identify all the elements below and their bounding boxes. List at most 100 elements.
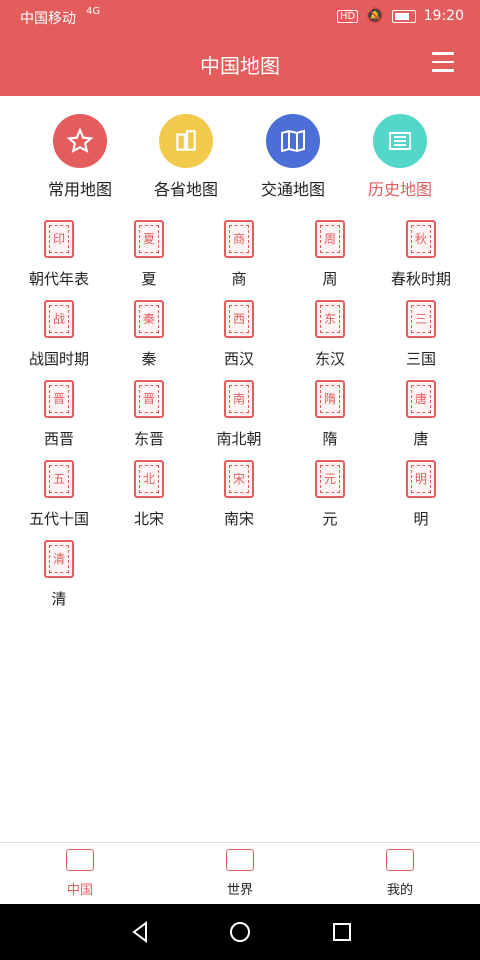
dynasty-item[interactable]: 夏 夏 (104, 220, 194, 289)
category-label: 交通地图 (260, 180, 325, 199)
dynasty-item[interactable]: 战 战国时期 (14, 300, 104, 369)
seal-icon: 唐 (406, 380, 436, 418)
hd-badge: HD (336, 9, 359, 23)
back-icon[interactable] (128, 920, 152, 944)
dynasty-label: 西汉 (223, 350, 254, 368)
dynasty-item[interactable]: 西 西汉 (194, 300, 284, 369)
dynasty-item[interactable]: 明 明 (376, 460, 466, 529)
dynasty-label: 东晋 (133, 430, 164, 448)
mute-icon: 🔕 (366, 8, 384, 24)
nav-label: 世界 (226, 883, 253, 898)
seal-icon: 三 (406, 300, 436, 338)
seal-icon: 五 (44, 460, 74, 498)
dynasty-item[interactable]: 商 商 (194, 220, 284, 289)
seal-icon: 北 (134, 460, 164, 498)
dynasty-item[interactable]: 南 南北朝 (194, 380, 284, 449)
nav-mine[interactable]: 我的 (340, 849, 460, 898)
dynasty-label: 夏 (141, 270, 157, 288)
nav-world[interactable]: 世界 (180, 849, 300, 898)
dynasty-label: 春秋时期 (390, 270, 451, 288)
dynasty-item[interactable]: 晋 西晋 (14, 380, 104, 449)
dynasty-item[interactable]: 秋 春秋时期 (376, 220, 466, 289)
dynasty-label: 商 (231, 270, 247, 288)
dynasty-item[interactable]: 秦 秦 (104, 300, 194, 369)
dynasty-item[interactable]: 晋 东晋 (104, 380, 194, 449)
seal-icon: 宋 (224, 460, 254, 498)
dynasty-label: 明 (413, 510, 429, 528)
dynasty-item[interactable]: 周 周 (285, 220, 375, 289)
dynasty-item[interactable]: 东 东汉 (285, 300, 375, 369)
nav-label: 中国 (66, 883, 93, 898)
dynasty-label: 清 (51, 590, 67, 608)
category-label: 历史地图 (367, 180, 432, 199)
dynasty-label: 周 (322, 270, 338, 288)
seal-icon: 夏 (134, 220, 164, 258)
buildings-icon (159, 114, 213, 168)
dynasty-label: 西晋 (43, 430, 74, 448)
carrier-label: 中国移动 (20, 11, 76, 27)
dynasty-item[interactable]: 唐 唐 (376, 380, 466, 449)
network-label: 4G (86, 6, 101, 17)
dynasty-item[interactable]: 五 五代十国 (14, 460, 104, 529)
nav-china[interactable]: 中国 (20, 849, 140, 898)
menu-icon[interactable] (432, 52, 454, 74)
category-transport[interactable]: 交通地图 (238, 114, 348, 200)
battery-icon (391, 9, 416, 23)
seal-icon: 晋 (134, 380, 164, 418)
bottom-nav: 中国 世界 我的 (0, 842, 480, 905)
dynasty-item[interactable]: 元 元 (285, 460, 375, 529)
dynasty-label: 南北朝 (216, 430, 262, 448)
seal-icon: 秦 (134, 300, 164, 338)
china-map-icon (66, 849, 94, 871)
category-common[interactable]: 常用地图 (25, 114, 135, 200)
time-label: 19:20 (423, 8, 464, 24)
seal-icon: 清 (44, 540, 74, 578)
seal-icon: 东 (315, 300, 345, 338)
dynasty-item[interactable]: 隋 隋 (285, 380, 375, 449)
scroll-icon (373, 114, 427, 168)
category-provinces[interactable]: 各省地图 (131, 114, 241, 200)
dynasty-label: 朝代年表 (28, 270, 89, 288)
system-nav-bar (0, 904, 480, 960)
seal-icon: 西 (224, 300, 254, 338)
category-label: 各省地图 (153, 180, 218, 199)
category-history[interactable]: 历史地图 (345, 114, 455, 200)
dynasty-label: 三国 (405, 350, 436, 368)
page-title: 中国地图 (200, 54, 280, 78)
star-icon (53, 114, 107, 168)
dynasty-label: 隋 (322, 430, 338, 448)
seal-icon: 战 (44, 300, 74, 338)
dynasty-item[interactable]: 宋 南宋 (194, 460, 284, 529)
dynasty-label: 战国时期 (28, 350, 89, 368)
recent-apps-icon[interactable] (330, 920, 354, 944)
seal-icon: 南 (224, 380, 254, 418)
seal-icon: 元 (315, 460, 345, 498)
dynasty-label: 元 (322, 510, 338, 528)
seal-icon: 商 (224, 220, 254, 258)
dynasty-label: 秦 (141, 350, 157, 368)
nav-label: 我的 (386, 883, 413, 898)
app-header: 中国移动 4G HD 🔕 19:20 中国地图 (0, 0, 480, 96)
dynasty-label: 北宋 (133, 510, 164, 528)
status-bar: 中国移动 4G HD 🔕 19:20 (0, 0, 480, 32)
category-label: 常用地图 (47, 180, 112, 199)
dynasty-label: 五代十国 (28, 510, 89, 528)
seal-icon: 晋 (44, 380, 74, 418)
dynasty-item[interactable]: 三 三国 (376, 300, 466, 369)
world-map-icon (226, 849, 254, 871)
home-icon[interactable] (228, 920, 252, 944)
dynasty-label: 南宋 (223, 510, 254, 528)
seal-icon: 明 (406, 460, 436, 498)
seal-icon: 印 (44, 220, 74, 258)
dynasty-label: 东汉 (314, 350, 345, 368)
profile-icon (386, 849, 414, 871)
dynasty-item[interactable]: 清 清 (14, 540, 104, 609)
seal-icon: 隋 (315, 380, 345, 418)
status-right: HD 🔕 19:20 (336, 8, 464, 24)
seal-icon: 秋 (406, 220, 436, 258)
dynasty-item[interactable]: 印 朝代年表 (14, 220, 104, 289)
dynasty-label: 唐 (413, 430, 429, 448)
map-icon (266, 114, 320, 168)
seal-icon: 周 (315, 220, 345, 258)
dynasty-item[interactable]: 北 北宋 (104, 460, 194, 529)
